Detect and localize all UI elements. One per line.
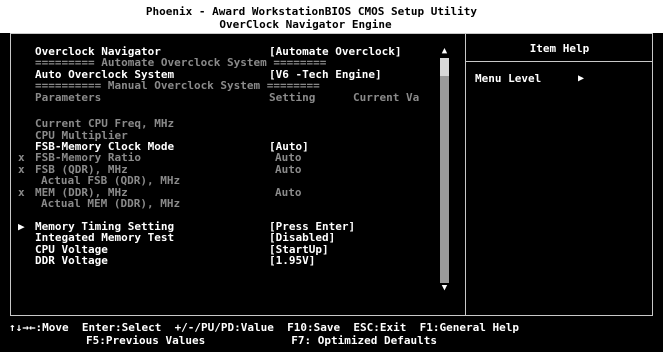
info-actual-fsb-qdr: Actual FSB (QDR), MHz	[11, 175, 180, 186]
option-integrated-memory-test[interactable]: Integated Memory Test [Disabled]	[11, 232, 451, 243]
option-value[interactable]: [Disabled]	[269, 232, 335, 243]
section-separator-auto: ========= Automate Overclock System ====…	[35, 56, 327, 69]
parameters-label: Parameters	[35, 91, 102, 104]
scrollbar-track[interactable]	[440, 58, 449, 283]
panel-divider	[465, 34, 466, 315]
info-current-cpu-freq: Current CPU Freq, MHz	[11, 118, 174, 129]
title-bar: Phoenix - Award WorkstationBIOS CMOS Set…	[0, 0, 663, 33]
setting-column-label: Setting	[269, 91, 316, 104]
setup-panel: Overclock Navigator [Automate Overclock]…	[10, 33, 653, 316]
info-label: Current CPU Freq, MHz	[35, 117, 175, 130]
key-help-line-1: ↑↓→←:Move Enter:Select +/-/PU/PD:Value F…	[9, 321, 519, 334]
help-divider	[466, 61, 653, 62]
disabled-marker: x	[18, 186, 25, 199]
option-label: FSB-Memory Ratio	[35, 151, 141, 164]
menu-level-label: Menu Level	[475, 72, 542, 85]
bios-title: Phoenix - Award WorkstationBIOS CMOS Set…	[0, 5, 643, 18]
info-actual-mem-ddr: Actual MEM (DDR), MHz	[11, 198, 180, 209]
scroll-up-arrow-icon[interactable]: ▲	[439, 46, 450, 57]
key-help-line-2: F5:Previous Values F7: Optimized Default…	[86, 334, 437, 347]
item-help-title: Item Help	[529, 42, 590, 55]
info-cpu-multiplier: CPU Multiplier	[11, 130, 128, 141]
info-label: Actual FSB (QDR), MHz	[41, 174, 181, 187]
option-value: Auto	[275, 186, 302, 199]
scroll-down-arrow-icon[interactable]: ▼	[439, 283, 450, 294]
submenu-arrow-icon: ▶	[18, 220, 25, 233]
scrollbar-thumb[interactable]	[440, 58, 449, 76]
section-separator-manual: ========== Manual Overclock System =====…	[35, 79, 320, 92]
option-value: Auto	[275, 163, 302, 176]
option-label: DDR Voltage	[35, 254, 108, 267]
page-subtitle: OverClock Navigator Engine	[0, 18, 637, 31]
option-ddr-voltage[interactable]: DDR Voltage [1.95V]	[11, 255, 451, 266]
menu-level-arrow-icon: ▶	[578, 73, 585, 84]
current-value-column-label: Current Va	[353, 91, 420, 104]
option-value: Auto	[275, 151, 302, 164]
disabled-marker: x	[18, 151, 25, 164]
info-label: Actual MEM (DDR), MHz	[41, 197, 181, 210]
option-label: Integated Memory Test	[35, 231, 175, 244]
disabled-marker: x	[18, 163, 25, 176]
parameters-header: Parameters Setting Current Va	[11, 92, 451, 103]
option-fsb-memory-ratio: x FSB-Memory Ratio Auto	[11, 152, 451, 163]
option-value[interactable]: [1.95V]	[269, 255, 315, 266]
